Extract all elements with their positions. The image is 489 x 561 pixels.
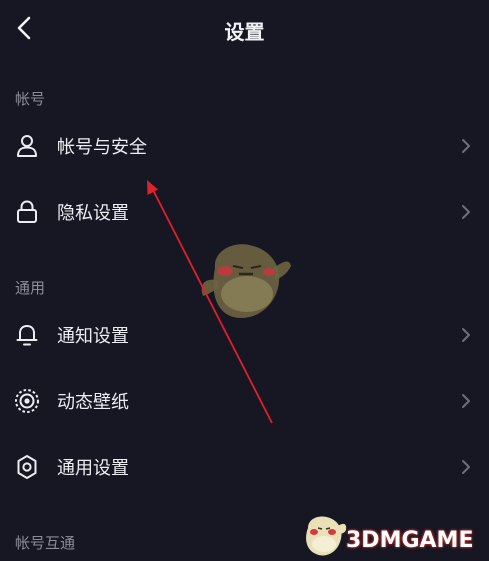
lock-icon — [17, 200, 37, 223]
page-title: 设置 — [224, 20, 265, 44]
settings-item-label: 通用设置 — [57, 458, 129, 479]
chevron-right-icon — [462, 328, 470, 342]
watermark-text: 3DMGAME — [346, 528, 474, 553]
gear-icon — [17, 455, 37, 479]
chevron-right-icon — [462, 139, 470, 153]
section-title-general: 通用 — [15, 279, 46, 297]
settings-item-label: 隐私设置 — [57, 203, 129, 224]
settings-item-label: 通知设置 — [57, 326, 129, 347]
settings-item-notifications[interactable]: 通知设置 — [0, 309, 489, 361]
user-icon — [17, 135, 37, 157]
settings-item-account-security[interactable]: 帐号与安全 — [0, 120, 489, 172]
settings-item-label: 帐号与安全 — [57, 137, 147, 158]
section-title-account: 帐号 — [15, 90, 46, 108]
section-title-account-interop: 帐号互通 — [15, 534, 76, 552]
bell-icon — [16, 325, 38, 346]
chevron-right-icon — [462, 205, 470, 219]
mascot-logo-icon — [306, 516, 347, 556]
header: 设置 — [0, 0, 489, 58]
chevron-right-icon — [462, 460, 470, 474]
watermark: 3DMGAME — [298, 512, 489, 561]
settings-item-label: 动态壁纸 — [57, 392, 129, 413]
settings-item-live-wallpaper[interactable]: 动态壁纸 — [0, 375, 489, 427]
live-wallpaper-icon — [15, 389, 39, 413]
chevron-right-icon — [462, 394, 470, 408]
settings-item-privacy[interactable]: 隐私设置 — [0, 186, 489, 238]
settings-item-general[interactable]: 通用设置 — [0, 441, 489, 493]
